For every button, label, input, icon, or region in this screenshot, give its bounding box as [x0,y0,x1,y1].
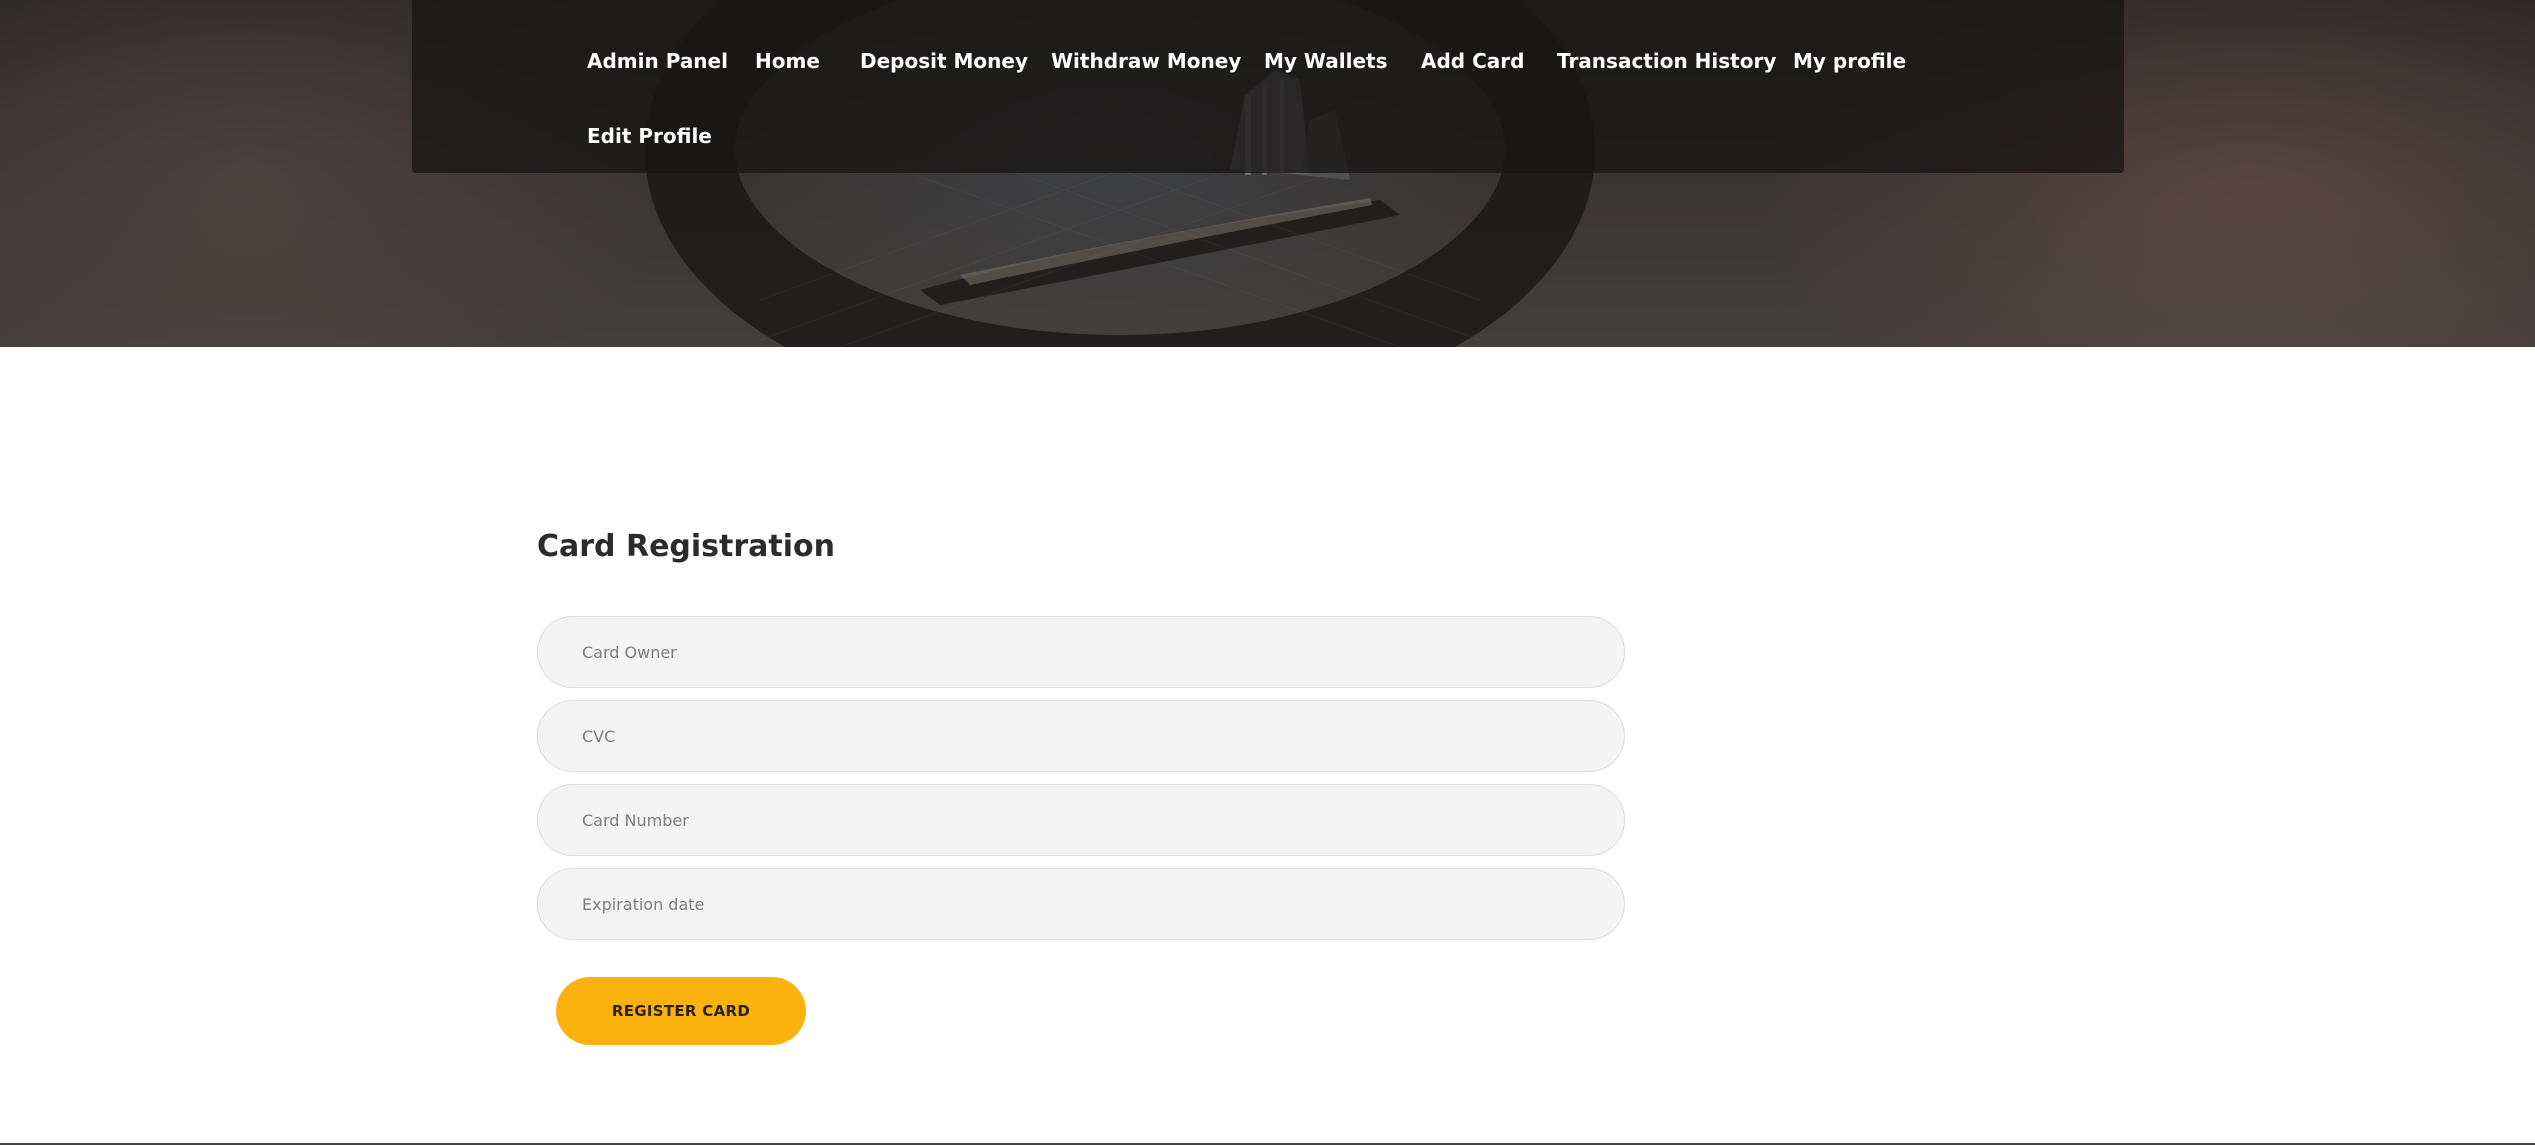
register-card-button[interactable]: REGISTER CARD [556,977,806,1045]
nav-item-my-wallets[interactable]: My Wallets [1264,49,1388,73]
cvc-input[interactable] [537,700,1625,772]
nav-item-transaction-history[interactable]: Transaction History [1557,49,1776,73]
nav-item-home[interactable]: Home [755,49,820,73]
page-title: Card Registration [537,529,836,564]
hero-banner: Admin Panel Home Deposit Money Withdraw … [0,0,2535,347]
nav-item-withdraw-money[interactable]: Withdraw Money [1051,49,1241,73]
nav-item-add-card[interactable]: Add Card [1421,49,1524,73]
card-number-input[interactable] [537,784,1625,856]
nav-item-my-profile[interactable]: My profile [1793,49,1906,73]
footer-divider [0,1143,2535,1145]
main-navigation: Admin Panel Home Deposit Money Withdraw … [412,0,2124,173]
nav-item-admin-panel[interactable]: Admin Panel [587,49,728,73]
card-owner-input[interactable] [537,616,1625,688]
nav-item-edit-profile[interactable]: Edit Profile [587,124,712,148]
nav-item-deposit-money[interactable]: Deposit Money [860,49,1028,73]
expiration-date-input[interactable] [537,868,1625,940]
